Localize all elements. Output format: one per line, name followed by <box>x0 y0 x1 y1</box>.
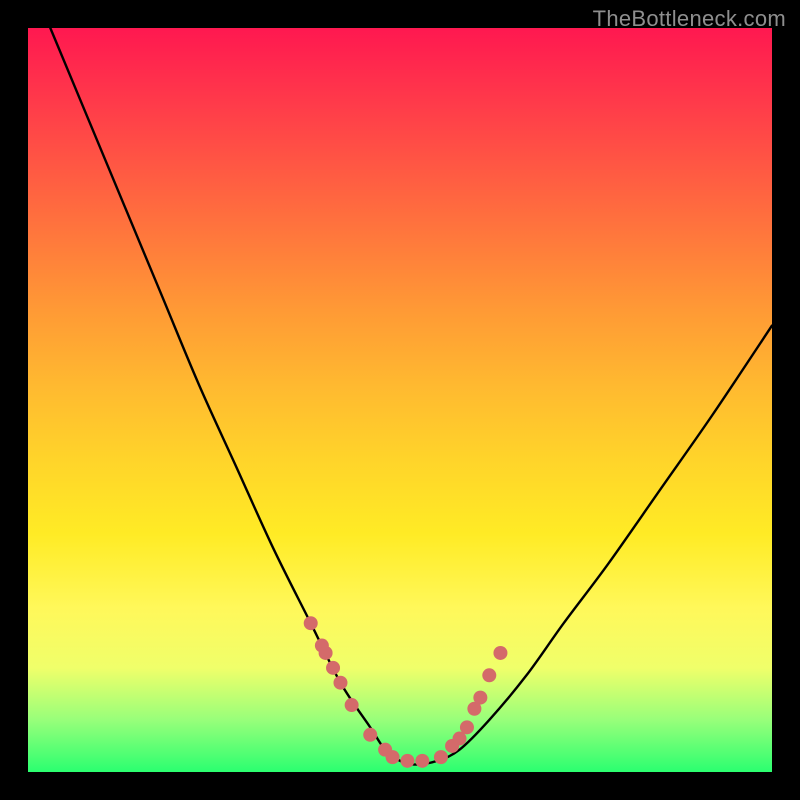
data-dot <box>363 728 377 742</box>
data-dot <box>493 646 507 660</box>
bottleneck-curve <box>50 28 772 765</box>
data-dot <box>415 754 429 768</box>
plot-svg <box>28 28 772 772</box>
data-dot <box>386 750 400 764</box>
data-dot <box>482 668 496 682</box>
highlighted-dots <box>304 616 508 768</box>
data-dot <box>434 750 448 764</box>
watermark-text: TheBottleneck.com <box>593 6 786 32</box>
data-dot <box>326 661 340 675</box>
data-dot <box>460 720 474 734</box>
data-dot <box>400 754 414 768</box>
data-dot <box>319 646 333 660</box>
data-dot <box>304 616 318 630</box>
chart-area <box>28 28 772 772</box>
data-dot <box>473 691 487 705</box>
data-dot <box>333 676 347 690</box>
data-dot <box>345 698 359 712</box>
